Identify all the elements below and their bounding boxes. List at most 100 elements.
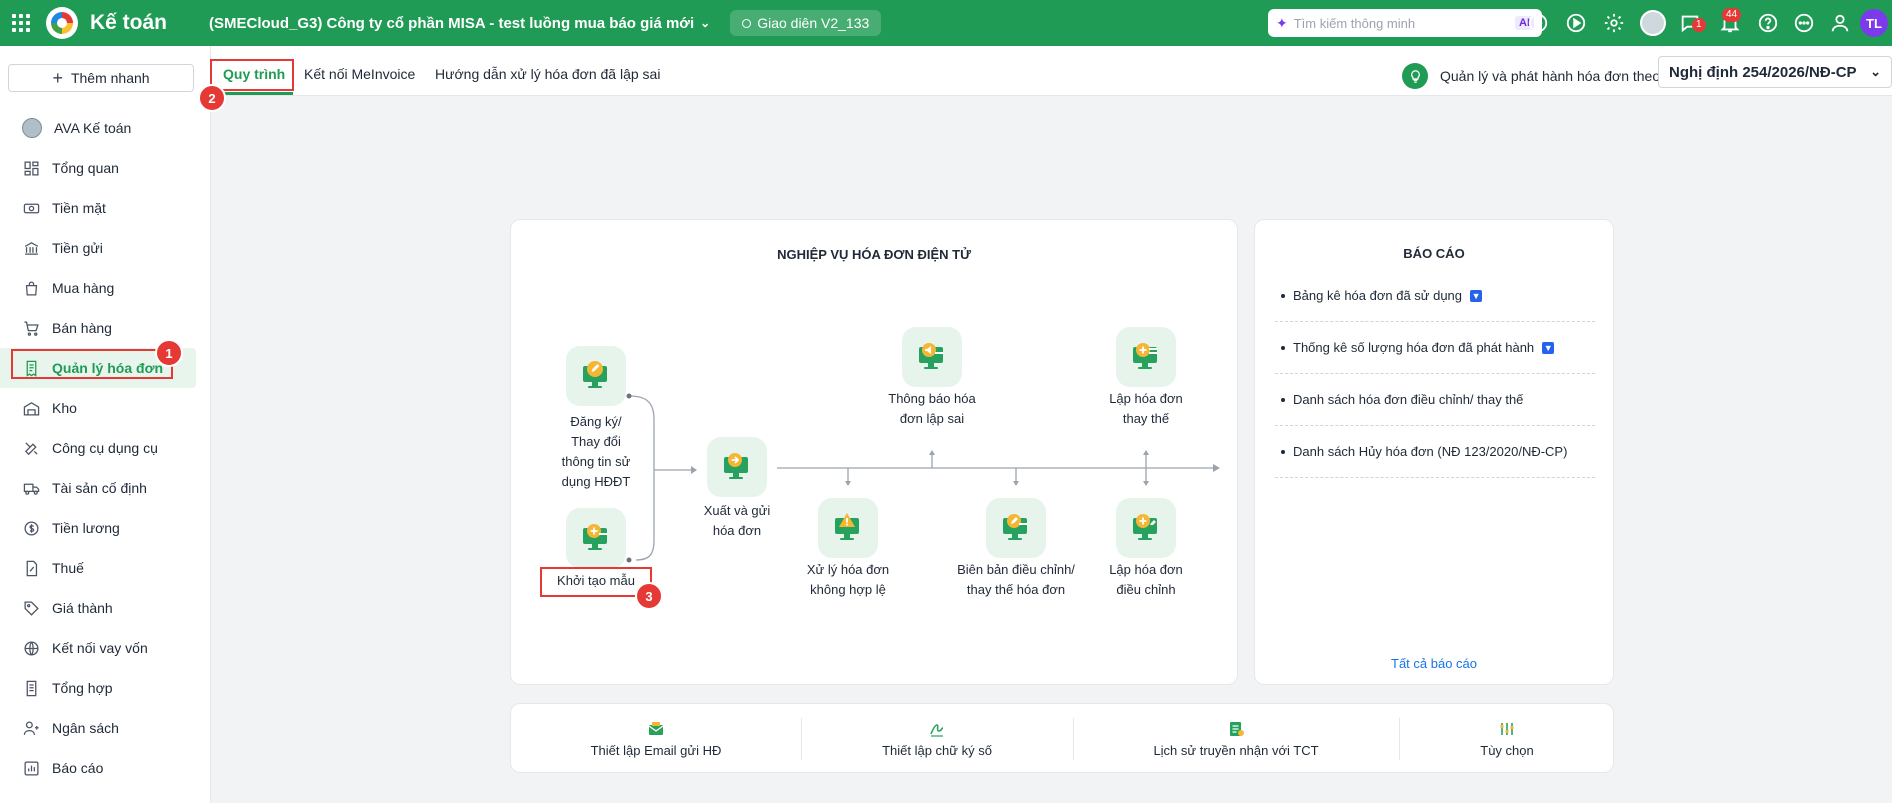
invoice-process-card: NGHIỆP VỤ HÓA ĐƠN ĐIỆN TỬ Đăng ký/ Thay … <box>510 219 1238 685</box>
person-icon[interactable] <box>1828 11 1852 35</box>
bullet <box>1281 449 1285 454</box>
app-title: Kế toán <box>90 11 168 34</box>
company-selector[interactable]: (SMECloud_G3) Công ty cổ phần MISA - tes… <box>209 15 710 32</box>
add-monitor-icon <box>583 524 607 550</box>
sparkle-search-icon: ✦ <box>1276 14 1288 31</box>
sidebar-item-deposit[interactable]: Tiền gửi <box>0 228 210 268</box>
sidebar-item-tax[interactable]: Thuế <box>0 548 210 588</box>
all-reports-link[interactable]: Tất cả báo cáo <box>1255 656 1613 671</box>
sidebar-item-budget[interactable]: Ngân sách <box>0 708 210 748</box>
sidebar-item-overview[interactable]: Tổng quan <box>0 148 210 188</box>
options-label: Tùy chọn <box>1480 742 1534 758</box>
search-input[interactable] <box>1293 15 1515 31</box>
warning-monitor-icon <box>835 513 859 540</box>
sidebar-item-label: Tiền gửi <box>52 240 103 256</box>
tab-process[interactable]: Quy trình <box>223 66 285 82</box>
price-tag-icon <box>22 599 40 617</box>
quick-add-button[interactable]: + Thêm nhanh <box>8 64 194 92</box>
user-avatar[interactable] <box>1640 10 1666 36</box>
history-icon <box>1230 721 1244 736</box>
sidebar-item-ava[interactable]: AVA Kế toán <box>0 108 210 148</box>
sidebar-item-label: Tổng hợp <box>52 680 113 696</box>
chevron-down-icon: ⌄ <box>1870 64 1881 79</box>
sidebar-item-label: Kho <box>52 400 77 416</box>
sidebar-item-label: Công cụ dụng cụ <box>52 440 158 456</box>
annotation-marker: 3 <box>635 582 663 610</box>
sidebar-item-warehouse[interactable]: Kho <box>0 388 210 428</box>
sidebar-item-label: Tiền mặt <box>52 200 106 216</box>
sidebar-item-purchase[interactable]: Mua hàng <box>0 268 210 308</box>
dashboard-icon <box>22 159 40 177</box>
tct-history-button[interactable]: Lịch sử truyền nhận với TCT <box>1073 704 1399 774</box>
ui-version-badge[interactable]: Giao diên V2_133 <box>730 10 882 36</box>
report-item-label: Danh sách hóa đơn điều chỉnh/ thay thế <box>1293 392 1524 407</box>
truck-icon <box>22 479 40 497</box>
options-button[interactable]: Tùy chọn <box>1399 704 1615 774</box>
more-icon[interactable] <box>1792 11 1816 35</box>
app-grid-icon[interactable] <box>10 12 32 34</box>
decree-label-group: Quản lý và phát hành hóa đơn theo: <box>1402 63 1664 89</box>
arrow-head <box>929 450 935 455</box>
minutes-node[interactable] <box>986 498 1046 558</box>
sidebar-item-fixed-assets[interactable]: Tài sản cố định <box>0 468 210 508</box>
cart-icon <box>22 319 40 337</box>
sidebar-item-cash[interactable]: Tiền mặt <box>0 188 210 228</box>
register-node[interactable] <box>566 346 626 406</box>
report-item[interactable]: Bảng kê hóa đơn đã sử dụng ▼ <box>1275 270 1595 322</box>
lightbulb-icon <box>1402 63 1428 89</box>
decree-label: Quản lý và phát hành hóa đơn theo: <box>1440 68 1665 84</box>
sidebar-item-label: Tiền lương <box>52 520 120 536</box>
play-icon[interactable] <box>1564 11 1588 35</box>
notification-badge: 44 <box>1722 8 1742 22</box>
report-item-label: Thống kê số lượng hóa đơn đã phát hành <box>1293 340 1535 355</box>
sidebar-item-tools[interactable]: Công cụ dụng cụ <box>0 428 210 468</box>
report-item[interactable]: Thống kê số lượng hóa đơn đã phát hành ▼ <box>1275 322 1595 374</box>
connector-dot <box>626 393 632 399</box>
salary-icon <box>22 519 40 537</box>
sidebar-item-reports[interactable]: Báo cáo <box>0 748 210 788</box>
reports-card: BÁO CÁO Bảng kê hóa đơn đã sử dụng ▼ Thố… <box>1254 219 1614 685</box>
top-bar: Kế toán (SMECloud_G3) Công ty cổ phần MI… <box>0 0 1892 46</box>
help-icon[interactable] <box>1756 11 1780 35</box>
report-item[interactable]: Danh sách hóa đơn điều chỉnh/ thay thế <box>1275 374 1595 426</box>
sidebar-item-summary[interactable]: Tổng hợp <box>0 668 210 708</box>
sidebar-item-loan[interactable]: Kết nối vay vốn <box>0 628 210 668</box>
handle-invalid-node[interactable] <box>818 498 878 558</box>
notify-wrong-node[interactable] <box>902 327 962 387</box>
init-template-node[interactable] <box>566 508 626 568</box>
report-item[interactable]: Danh sách Hủy hóa đơn (NĐ 123/2020/NĐ-CP… <box>1275 426 1595 478</box>
report-icon <box>22 759 40 777</box>
add-doc-monitor-icon <box>1133 343 1157 369</box>
settings-gear-icon[interactable] <box>1602 11 1626 35</box>
budget-icon <box>22 719 40 737</box>
email-setup-label: Thiết lập Email gửi HĐ <box>590 742 722 758</box>
smart-search[interactable]: ✦ AI <box>1268 9 1542 37</box>
email-icon <box>648 721 664 735</box>
user-initials-avatar[interactable]: TL <box>1860 9 1888 37</box>
ui-version-label: Giao diên V2_133 <box>757 15 870 31</box>
sidebar-item-label: Kết nối vay vốn <box>52 640 148 656</box>
issue-send-node[interactable] <box>707 437 767 497</box>
sidebar-item-label: Bán hàng <box>52 320 112 336</box>
tab-wrong-invoice-guide[interactable]: Hướng dẫn xử lý hóa đơn đã lập sai <box>435 66 660 82</box>
handle-invalid-label: Xử lý hóa đơn không hợp lệ <box>806 562 890 597</box>
signature-setup-button[interactable]: Thiết lập chữ ký số <box>801 704 1073 774</box>
notify-wrong-label: Thông báo hóa đơn lập sai <box>888 391 976 426</box>
shopping-bag-icon <box>22 279 40 297</box>
replace-node[interactable] <box>1116 327 1176 387</box>
tab-meinvoice[interactable]: Kết nối MeInvoice <box>304 66 415 82</box>
reports-title: BÁO CÁO <box>1403 246 1465 261</box>
sidebar-item-salary[interactable]: Tiền lương <box>0 508 210 548</box>
download-icon[interactable] <box>1526 11 1550 35</box>
sidebar-item-sales[interactable]: Bán hàng <box>0 308 210 348</box>
sidebar-item-cost[interactable]: Giá thành <box>0 588 210 628</box>
arrow-head <box>1143 450 1149 455</box>
quick-add-label: Thêm nhanh <box>70 70 150 86</box>
report-item-label: Danh sách Hủy hóa đơn (NĐ 123/2020/NĐ-CP… <box>1293 444 1568 459</box>
pro-badge-icon: ▼ <box>1542 341 1555 354</box>
company-name: (SMECloud_G3) Công ty cổ phần MISA - tes… <box>209 14 695 32</box>
send-monitor-icon <box>724 453 748 479</box>
email-setup-button[interactable]: Thiết lập Email gửi HĐ <box>511 704 801 774</box>
adjust-node[interactable] <box>1116 498 1176 558</box>
decree-select[interactable]: Nghị định 254/2026/NĐ-CP ⌄ <box>1658 56 1892 88</box>
